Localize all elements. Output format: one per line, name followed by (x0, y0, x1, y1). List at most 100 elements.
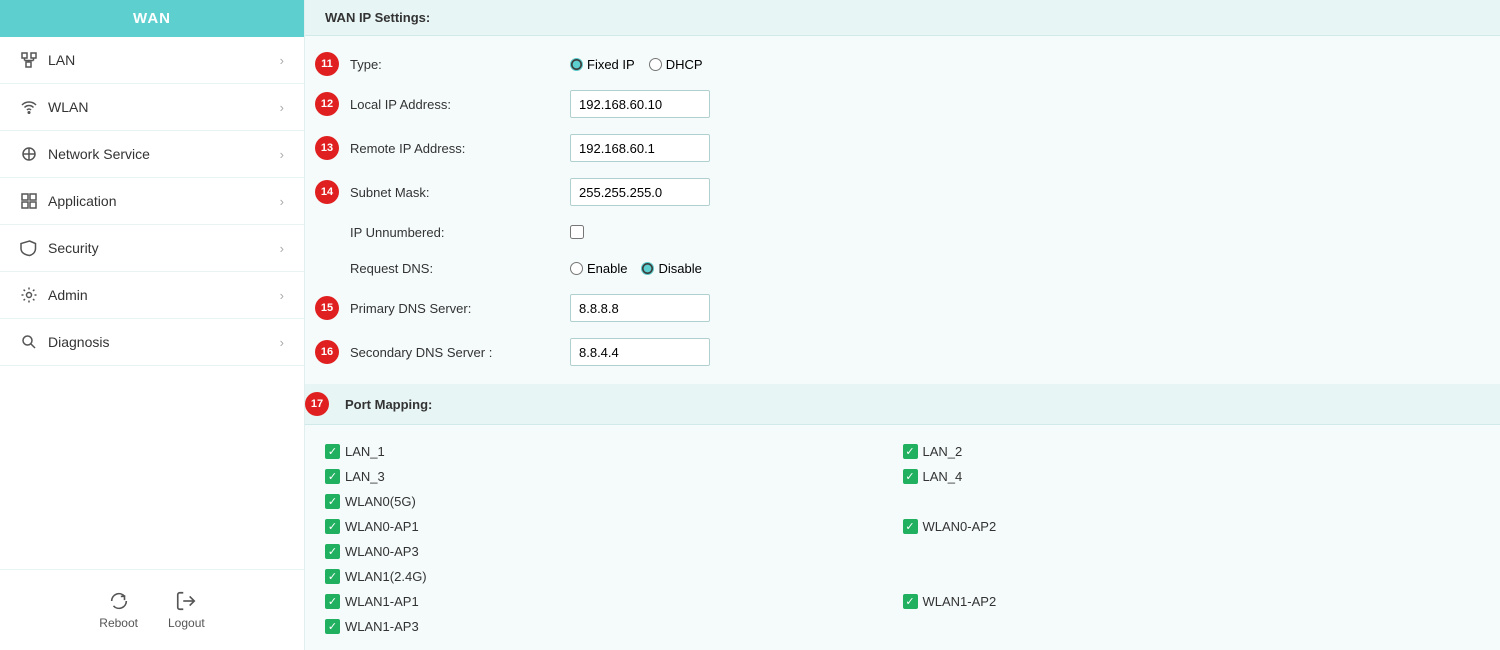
app-icon (20, 192, 38, 210)
lan2-checkbox[interactable]: ✓ (903, 444, 918, 459)
subnet-mask-input[interactable] (570, 178, 710, 206)
lan2-label: LAN_2 (923, 444, 963, 459)
remote-ip-label: Remote IP Address: (350, 141, 570, 156)
port-mapping-wlan1ap1: ✓ WLAN1-AP1 (325, 591, 903, 612)
local-ip-input[interactable] (570, 90, 710, 118)
wlan1ap2-checkbox[interactable]: ✓ (903, 594, 918, 609)
wlan1ap1-label: WLAN1-AP1 (345, 594, 419, 609)
reboot-button[interactable]: Reboot (99, 590, 138, 630)
type-dhcp-label: DHCP (666, 57, 703, 72)
dns-enable-radio[interactable] (570, 262, 583, 275)
type-label: Type: (350, 57, 570, 72)
secondary-dns-row: 16 Secondary DNS Server : (350, 330, 1480, 374)
sidebar-item-lan-label: LAN (48, 52, 75, 68)
step-16-badge: 16 (315, 340, 339, 364)
primary-dns-label: Primary DNS Server: (350, 301, 570, 316)
port-mapping-lan2: ✓ LAN_2 (903, 441, 1481, 462)
network-icon (20, 51, 38, 69)
sidebar-item-application[interactable]: Application › (0, 178, 304, 225)
wifi-icon (20, 98, 38, 116)
lan1-label: LAN_1 (345, 444, 385, 459)
step-13-badge: 13 (315, 136, 339, 160)
port-mapping-wlan124g: ✓ WLAN1(2.4G) (325, 566, 903, 587)
sidebar-item-admin-label: Admin (48, 287, 88, 303)
primary-dns-row: 15 Primary DNS Server: (350, 286, 1480, 330)
port-mapping-lan3: ✓ LAN_3 (325, 466, 903, 487)
step-17-badge: 17 (305, 392, 329, 416)
wlan124g-checkbox[interactable]: ✓ (325, 569, 340, 584)
gear-icon (20, 286, 38, 304)
type-dhcp-radio[interactable] (649, 58, 662, 71)
wlan0ap1-label: WLAN0-AP1 (345, 519, 419, 534)
local-ip-row: 12 Local IP Address: (350, 82, 1480, 126)
sidebar-item-application-label: Application (48, 193, 117, 209)
wlan0ap2-label: WLAN0-AP2 (923, 519, 997, 534)
lan4-checkbox[interactable]: ✓ (903, 469, 918, 484)
ip-unnumbered-checkbox[interactable] (570, 225, 584, 239)
step-12-badge: 12 (315, 92, 339, 116)
sidebar-item-diagnosis-label: Diagnosis (48, 334, 109, 350)
port-mapping-wlan05g: ✓ WLAN0(5G) (325, 491, 903, 512)
type-radio-group: Fixed IP DHCP (570, 57, 703, 72)
sidebar-item-wlan-label: WLAN (48, 99, 88, 115)
subnet-mask-row: 14 Subnet Mask: (350, 170, 1480, 214)
dns-enable-option[interactable]: Enable (570, 261, 627, 276)
subnet-mask-label: Subnet Mask: (350, 185, 570, 200)
sidebar-item-admin[interactable]: Admin › (0, 272, 304, 319)
wlan05g-label: WLAN0(5G) (345, 494, 416, 509)
ip-unnumbered-row: IP Unnumbered: (350, 214, 1480, 250)
type-fixed-ip-option[interactable]: Fixed IP (570, 57, 635, 72)
sidebar-item-wlan[interactable]: WLAN › (0, 84, 304, 131)
dns-enable-label: Enable (587, 261, 627, 276)
dns-disable-option[interactable]: Disable (641, 261, 701, 276)
lan1-checkbox[interactable]: ✓ (325, 444, 340, 459)
chevron-right-icon: › (280, 194, 284, 209)
remote-ip-input[interactable] (570, 134, 710, 162)
chevron-right-icon: › (280, 100, 284, 115)
wlan0ap1-checkbox[interactable]: ✓ (325, 519, 340, 534)
port-mapping-wlan0ap3: ✓ WLAN0-AP3 (325, 541, 903, 562)
port-mapping-wlan1ap2: ✓ WLAN1-AP2 (903, 591, 1481, 612)
chevron-right-icon: › (280, 147, 284, 162)
sidebar-item-lan[interactable]: LAN › (0, 37, 304, 84)
wlan1ap2-label: WLAN1-AP2 (923, 594, 997, 609)
lan3-label: LAN_3 (345, 469, 385, 484)
chevron-right-icon: › (280, 335, 284, 350)
sidebar-item-network-service-label: Network Service (48, 146, 150, 162)
sidebar: WAN LAN › WLAN › Network Service › (0, 0, 305, 650)
step-15-badge: 15 (315, 296, 339, 320)
wlan05g-checkbox[interactable]: ✓ (325, 494, 340, 509)
sidebar-item-security-label: Security (48, 240, 99, 256)
type-row: 11 Type: Fixed IP DHCP (350, 46, 1480, 82)
primary-dns-input[interactable] (570, 294, 710, 322)
wlan1ap1-checkbox[interactable]: ✓ (325, 594, 340, 609)
main-content: WAN IP Settings: 11 Type: Fixed IP DHCP … (305, 0, 1500, 650)
sidebar-item-security[interactable]: Security › (0, 225, 304, 272)
type-fixed-radio[interactable] (570, 58, 583, 71)
sidebar-item-diagnosis[interactable]: Diagnosis › (0, 319, 304, 366)
sidebar-wan-label[interactable]: WAN (0, 0, 304, 37)
port-mapping-area: ✓ LAN_1 ✓ LAN_2 ✓ LAN_3 ✓ LAN_4 ✓ WLAN0(… (305, 425, 1500, 650)
secondary-dns-input[interactable] (570, 338, 710, 366)
request-dns-radio-group: Enable Disable (570, 261, 702, 276)
wan-ip-settings-header: WAN IP Settings: (305, 0, 1500, 36)
step-14-badge: 14 (315, 180, 339, 204)
wlan1ap3-checkbox[interactable]: ✓ (325, 619, 340, 634)
dns-disable-radio[interactable] (641, 262, 654, 275)
wlan0ap2-checkbox[interactable]: ✓ (903, 519, 918, 534)
wlan0ap3-label: WLAN0-AP3 (345, 544, 419, 559)
chevron-right-icon: › (280, 53, 284, 68)
wlan0ap3-checkbox[interactable]: ✓ (325, 544, 340, 559)
request-dns-label: Request DNS: (350, 261, 570, 276)
port-mapping-lan4: ✓ LAN_4 (903, 466, 1481, 487)
port-mapping-header: 17 Port Mapping: (305, 384, 1500, 425)
sidebar-item-network-service[interactable]: Network Service › (0, 131, 304, 178)
type-dhcp-option[interactable]: DHCP (649, 57, 703, 72)
port-mapping-wlan0ap1: ✓ WLAN0-AP1 (325, 516, 903, 537)
remote-ip-row: 13 Remote IP Address: (350, 126, 1480, 170)
lan3-checkbox[interactable]: ✓ (325, 469, 340, 484)
request-dns-row: Request DNS: Enable Disable (350, 250, 1480, 286)
port-mapping-wlan1ap3: ✓ WLAN1-AP3 (325, 616, 903, 637)
logout-button[interactable]: Logout (168, 590, 205, 630)
search-icon (20, 333, 38, 351)
